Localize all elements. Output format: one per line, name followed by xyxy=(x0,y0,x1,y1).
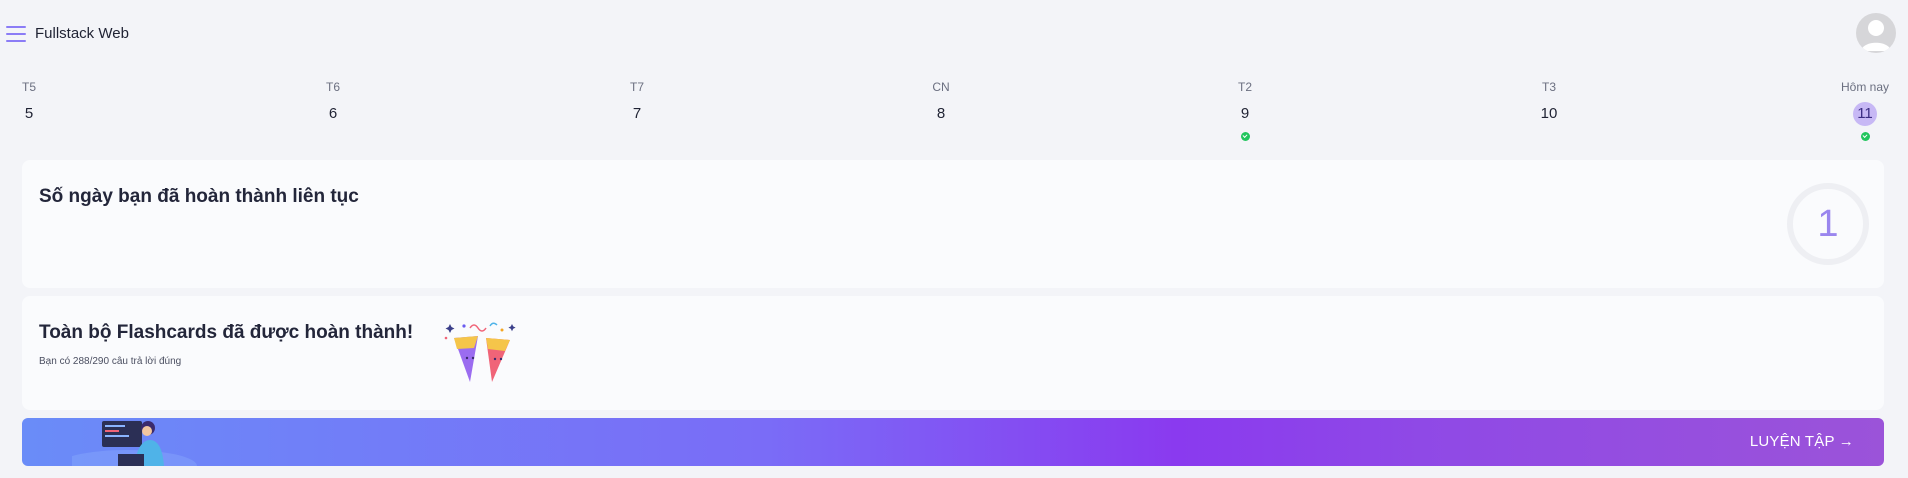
day-number: 9 xyxy=(1240,105,1250,122)
app-title: Fullstack Web xyxy=(35,25,129,42)
flashcards-card: Toàn bộ Flashcards đã được hoàn thành! B… xyxy=(22,296,1884,410)
streak-card: Số ngày bạn đã hoàn thành liên tục 1 xyxy=(22,160,1884,288)
day-item[interactable]: T7 7 xyxy=(597,78,677,126)
completed-check-icon xyxy=(1860,132,1870,141)
hamburger-menu-icon[interactable] xyxy=(6,25,26,44)
day-label: T3 xyxy=(1541,80,1556,94)
user-avatar-icon[interactable] xyxy=(1856,13,1896,53)
flashcards-title: Toàn bộ Flashcards đã được hoàn thành! xyxy=(39,322,414,343)
day-number: 8 xyxy=(936,105,946,122)
day-item[interactable]: T6 6 xyxy=(293,78,373,126)
day-label: CN xyxy=(932,80,950,94)
party-popper-icon xyxy=(444,322,516,382)
day-label: T7 xyxy=(629,80,644,94)
streak-title: Số ngày bạn đã hoàn thành liên tục xyxy=(39,186,359,207)
day-item[interactable]: T5 5 xyxy=(0,78,69,126)
day-item[interactable]: CN 8 xyxy=(901,78,981,126)
student-laptop-illustration-icon xyxy=(72,421,197,466)
day-number: 6 xyxy=(328,105,338,122)
top-bar: Fullstack Web xyxy=(0,0,1908,66)
day-label: T6 xyxy=(325,80,340,94)
streak-ring: 1 xyxy=(1787,183,1869,265)
day-item[interactable]: T3 10 xyxy=(1509,78,1589,126)
day-label: Hôm nay xyxy=(1840,80,1890,94)
day-label: T5 xyxy=(21,80,36,94)
practice-button[interactable]: LUYỆN TẬP → xyxy=(22,418,1884,466)
flashcards-score: Bạn có 288/290 câu trả lời đúng xyxy=(39,356,182,367)
day-number: 10 xyxy=(1540,105,1558,122)
completed-check-icon xyxy=(1240,132,1250,141)
practice-label: LUYỆN TẬP → xyxy=(1749,433,1854,450)
day-number: 7 xyxy=(632,105,642,122)
streak-count: 1 xyxy=(1817,203,1839,245)
day-item[interactable]: T2 9 xyxy=(1205,78,1285,141)
day-item-today[interactable]: Hôm nay 11 xyxy=(1825,78,1905,141)
day-number: 5 xyxy=(24,105,34,122)
week-strip: T5 5 T6 6 T7 7 CN 8 T2 9 T3 10 Hôm nay 1… xyxy=(0,78,1908,144)
day-label: T2 xyxy=(1237,80,1252,94)
day-number-today: 11 xyxy=(1853,102,1877,126)
